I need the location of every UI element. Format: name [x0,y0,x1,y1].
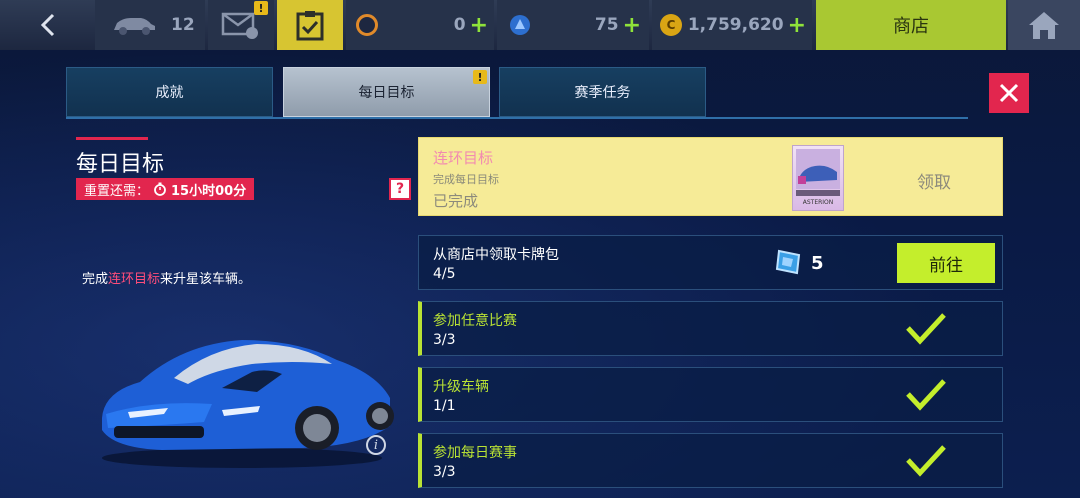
pack-task-progress: 4/5 [433,266,456,282]
task-progress: 3/3 [433,332,456,348]
stopwatch-icon [154,182,166,196]
credits[interactable]: C 1,759,620 + [652,0,812,50]
desc-suffix: 来升星该车辆。 [160,272,252,287]
add-resource-1-icon[interactable]: + [470,13,488,38]
task-row: 升级车辆 1/1 [418,367,1003,422]
blueprint-token-icon [510,15,530,35]
title-accent-bar [76,137,148,140]
chain-goal-status: 已完成 [433,192,479,210]
mail-alert-badge: ! [254,1,268,15]
chain-goal-subtitle: 完成每日目标 [433,173,499,186]
garage-counter[interactable]: 12 [95,0,205,50]
reward-car-card: ASTERION [792,145,844,211]
task-name: 升级车辆 [433,379,489,395]
tab-season-missions[interactable]: 赛季任务 [499,67,706,117]
chain-goal-title: 连环目标 [433,149,494,167]
tab-achievements[interactable]: 成就 [66,67,273,117]
task-row: 参加每日赛事 3/3 [418,433,1003,488]
add-resource-2-icon[interactable]: + [623,13,641,38]
tab-alert-badge: ! [473,70,487,84]
car-illustration [102,340,394,468]
resource-2-value: 75 [594,15,619,35]
mail-button[interactable]: ! [208,0,274,50]
chevron-left-icon [40,13,54,37]
token-icon [356,14,378,36]
task-name: 参加任意比赛 [433,313,517,329]
checkmark-icon [906,379,946,411]
desc-prefix: 完成 [82,272,109,287]
clipboard-check-icon [296,11,324,41]
close-icon [999,83,1019,103]
desc-highlight: 连环目标 [108,272,161,287]
task-progress: 1/1 [433,398,456,414]
home-icon [1029,12,1059,39]
pack-reward-count: 5 [811,253,824,274]
reset-time: 15小时00分 [171,183,247,199]
shop-button[interactable]: 商店 [816,0,1006,50]
upgrade-description: 完成连环目标来升星该车辆。 [82,268,251,287]
blueprint-pack-icon [775,249,801,275]
resource-2[interactable]: 75 + [497,0,649,50]
reset-timer: 重置还需： 15小时00分 [76,178,255,200]
resource-1-value: 0 [453,15,466,35]
reset-label: 重置还需： [84,183,150,199]
card-name: ASTERION [802,199,834,206]
home-button[interactable] [1008,0,1080,50]
daily-goals-button[interactable]: ! [277,0,485,50]
task-row: 参加任意比赛 3/3 [418,301,1003,356]
top-bar: 12 ! ! 0 + 75 + C 1,759,620 + [0,0,1080,50]
tab-divider [66,117,968,119]
task-name: 参加每日赛事 [433,445,517,461]
cars-count: 12 [171,15,195,35]
car-icon [114,18,155,35]
go-button[interactable]: 前往 [897,243,995,283]
credits-coin-icon: C [660,14,682,36]
page-title: 每日目标 [76,152,165,177]
credits-value: 1,759,620 [687,15,784,35]
checkmark-icon [906,445,946,477]
back-button[interactable] [0,0,95,50]
checkmark-icon [906,313,946,345]
help-button[interactable]: ? [389,178,411,200]
vehicle-info-button[interactable]: i [366,435,386,455]
add-credits-icon[interactable]: + [788,13,806,38]
pack-task-name: 从商店中领取卡牌包 [433,247,559,263]
claim-button[interactable]: 领取 [917,168,951,193]
pack-task-row: 从商店中领取卡牌包 4/5 5 前往 [418,235,1003,290]
close-button[interactable] [989,73,1029,113]
resource-1[interactable]: 0 + [346,0,494,50]
task-progress: 3/3 [433,464,456,480]
chain-goal-row: 连环目标 完成每日目标 已完成 ASTERION 领取 [418,137,1003,216]
tab-daily-goals-label: 每日目标 [358,85,415,101]
tab-daily-goals[interactable]: 每日目标 ! [283,67,490,117]
